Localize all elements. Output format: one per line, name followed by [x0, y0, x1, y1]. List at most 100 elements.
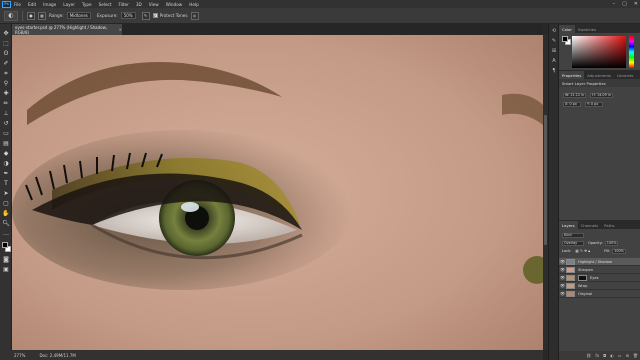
screen-mode-icon[interactable]: ▣ — [2, 266, 10, 274]
layers-panel: Layers Channels Paths Kind Overlay Opaci… — [559, 220, 640, 360]
document-tab[interactable]: eyes-starter.psd @ 277% (Highlight / Sha… — [12, 24, 122, 35]
quick-mask-icon[interactable]: ◙ — [2, 256, 10, 264]
lock-icons[interactable]: ▦ ✎ ✥ 🔒︎ — [575, 249, 590, 253]
crop-tool-icon[interactable]: ⌗ — [2, 70, 10, 78]
menu-image[interactable]: Image — [43, 2, 56, 7]
eraser-tool-icon[interactable]: ▭ — [2, 130, 10, 138]
width-field[interactable]: W: 21.12 in — [563, 92, 587, 98]
more-tools-icon[interactable]: … — [2, 230, 10, 238]
minimize-icon[interactable]: – — [613, 1, 616, 7]
tab-channels[interactable]: Channels — [578, 221, 602, 229]
dodge-tool-preset-icon[interactable]: ◐ — [4, 10, 18, 21]
x-field[interactable]: X: 0 px — [563, 101, 581, 107]
menu-filter[interactable]: Filter — [118, 2, 128, 7]
healing-brush-tool-icon[interactable]: ✚ — [2, 90, 10, 98]
range-select[interactable]: Midtones — [66, 12, 91, 19]
height-field[interactable]: H: 14.09 in — [590, 92, 613, 98]
airbrush-icon[interactable]: ✎ — [141, 11, 150, 20]
brush-settings-icon[interactable]: ✎ — [551, 38, 557, 44]
layer-style-icon[interactable]: fx — [595, 353, 599, 358]
brush-size-icon[interactable]: ● — [27, 11, 35, 20]
link-layers-icon[interactable]: ⛓ — [586, 353, 591, 358]
pressure-icon[interactable]: ◎ — [190, 11, 199, 20]
hue-slider[interactable] — [629, 36, 634, 68]
menu-layer[interactable]: Layer — [63, 2, 75, 7]
color-panel: Color Swatches — [559, 24, 640, 70]
maximize-icon[interactable]: ▢ — [622, 1, 627, 7]
exposure-input[interactable]: 50% — [120, 12, 136, 19]
brush-panel-icon[interactable]: ▦ — [38, 11, 46, 20]
blur-tool-icon[interactable]: ◆ — [2, 150, 10, 158]
tab-adjustments[interactable]: Adjustments — [584, 71, 614, 79]
menu-view[interactable]: View — [149, 2, 159, 7]
trash-icon[interactable]: 🗑︎ — [633, 353, 638, 358]
menu-edit[interactable]: Edit — [28, 2, 36, 7]
tab-close-icon[interactable]: × — [119, 27, 122, 32]
history-icon[interactable]: ⟲ — [551, 28, 557, 34]
tab-properties[interactable]: Properties — [559, 71, 585, 79]
eyedropper-tool-icon[interactable]: ⚲ — [2, 80, 10, 88]
clone-stamp-tool-icon[interactable]: ⊥ — [2, 110, 10, 118]
visibility-eye-icon[interactable]: 👁︎ — [559, 267, 566, 272]
lasso-tool-icon[interactable]: ʘ — [2, 50, 10, 58]
menu-file[interactable]: File — [14, 2, 21, 7]
layer-row[interactable]: 👁︎ Eyes — [559, 274, 640, 282]
new-layer-icon[interactable]: ⊞ — [626, 353, 629, 358]
document-canvas[interactable] — [12, 35, 543, 350]
visibility-eye-icon[interactable]: 👁︎ — [559, 275, 566, 280]
dodge-tool-icon[interactable]: ◑ — [2, 160, 10, 168]
history-brush-tool-icon[interactable]: ↺ — [2, 120, 10, 128]
menu-help[interactable]: Help — [189, 2, 199, 7]
layer-row[interactable]: 👁︎ Wrap — [559, 282, 640, 290]
quick-select-tool-icon[interactable]: ✐ — [2, 60, 10, 68]
tab-swatches[interactable]: Swatches — [575, 25, 599, 33]
panel-foreground-swatch[interactable] — [562, 36, 568, 42]
clone-source-icon[interactable]: ⊞ — [551, 48, 557, 54]
hand-tool-icon[interactable]: ✋ — [2, 210, 10, 218]
paragraph-icon[interactable]: ¶ — [551, 68, 557, 74]
menu-window[interactable]: Window — [166, 2, 183, 7]
y-field[interactable]: Y: 0 px — [585, 101, 603, 107]
tab-paths[interactable]: Paths — [601, 221, 617, 229]
visibility-eye-icon[interactable]: 👁︎ — [559, 283, 566, 288]
tab-libraries[interactable]: Libraries — [614, 71, 636, 79]
shape-tool-icon[interactable]: ▢ — [2, 200, 10, 208]
brush-tool-icon[interactable]: ✏ — [2, 100, 10, 108]
tab-layers[interactable]: Layers — [559, 221, 578, 229]
type-tool-icon[interactable]: T — [2, 180, 10, 188]
pen-tool-icon[interactable]: ✒ — [2, 170, 10, 178]
layer-thumbnail — [566, 282, 575, 289]
layer-kind-filter[interactable]: Kind — [562, 232, 584, 238]
color-panel-tabs: Color Swatches — [559, 24, 640, 33]
zoom-tool-icon[interactable]: 🔍︎ — [2, 220, 10, 228]
gradient-tool-icon[interactable]: ▤ — [2, 140, 10, 148]
opacity-input[interactable]: 100% — [604, 240, 619, 246]
status-bar: 277% Doc: 2.49M/11.7M — [0, 350, 543, 360]
scrollbar-thumb[interactable] — [544, 115, 547, 245]
layer-row[interactable]: 👁︎ Sharpen — [559, 266, 640, 274]
menu-type[interactable]: Type — [82, 2, 92, 7]
character-icon[interactable]: A — [551, 58, 557, 64]
layer-name: Wrap — [578, 283, 588, 288]
blend-mode-select[interactable]: Overlay — [562, 240, 584, 246]
visibility-eye-icon[interactable]: 👁︎ — [559, 259, 566, 264]
tab-color[interactable]: Color — [559, 25, 575, 33]
color-picker-field[interactable] — [572, 36, 626, 68]
marquee-tool-icon[interactable]: ⬚ — [2, 40, 10, 48]
menu-3d[interactable]: 3D — [136, 2, 142, 7]
adjustment-layer-icon[interactable]: ◐ — [610, 353, 614, 358]
protect-tones-checkbox[interactable]: ✓ — [152, 13, 158, 18]
add-mask-icon[interactable]: ◘ — [603, 353, 606, 358]
eye-photo — [12, 35, 543, 350]
visibility-eye-icon[interactable]: 👁︎ — [559, 291, 566, 296]
move-tool-icon[interactable]: ✥ — [2, 30, 10, 38]
layer-row[interactable]: 👁︎ Original — [559, 290, 640, 298]
new-group-icon[interactable]: ▭ — [618, 353, 622, 358]
foreground-color-swatch[interactable] — [2, 242, 8, 248]
path-select-tool-icon[interactable]: ➤ — [2, 190, 10, 198]
zoom-level[interactable]: 277% — [14, 353, 25, 358]
close-icon[interactable]: ✕ — [634, 1, 638, 7]
fill-input[interactable]: 100% — [612, 248, 626, 254]
layer-row[interactable]: 👁︎ Highlight / Shadow — [559, 258, 640, 266]
menu-select[interactable]: Select — [99, 2, 112, 7]
